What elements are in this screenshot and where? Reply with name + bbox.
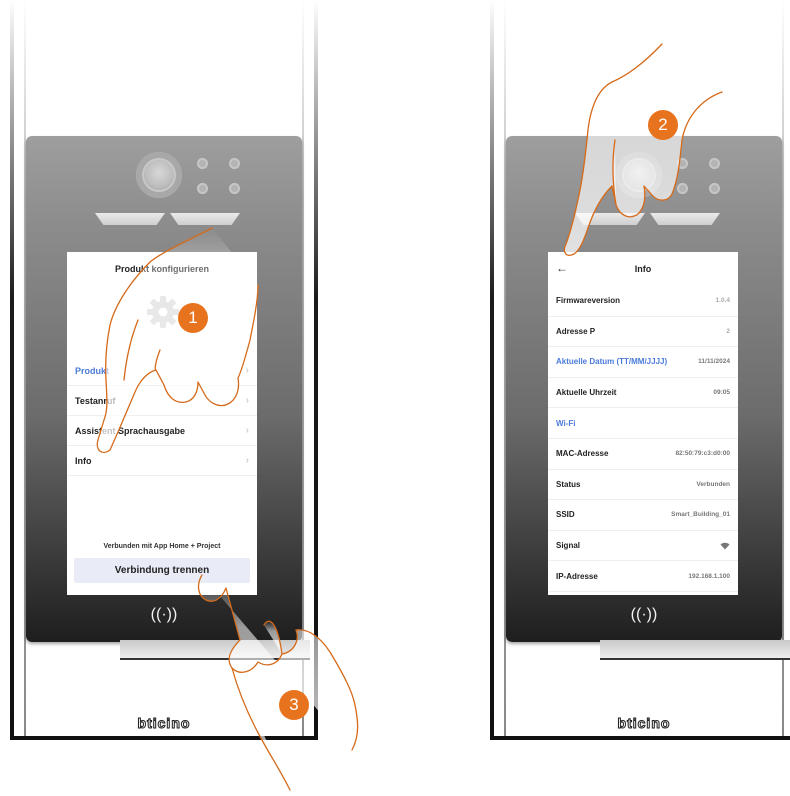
device-lower-plate xyxy=(120,640,310,660)
menu-item-label: Testanruf xyxy=(75,395,116,406)
info-value: Smart_Building_01 xyxy=(671,511,730,519)
chevron-right-icon: › xyxy=(245,395,249,406)
panel-base xyxy=(10,736,318,740)
info-row-ip: IP-Adresse 192.168.1.100 xyxy=(548,561,738,592)
menu-item-product[interactable]: Produkt › xyxy=(67,356,257,386)
panel-rail xyxy=(490,0,494,740)
info-screen: ← Info Firmwareversion 1.0.4 Adresse P 2… xyxy=(548,252,738,595)
info-label: Status xyxy=(556,479,581,489)
settings-menu: Produkt › Testanruf › Assistent Sprachau… xyxy=(67,356,257,476)
device-lower-plate xyxy=(600,640,790,660)
menu-item-voice-assistant[interactable]: Assistent Sprachausgabe › xyxy=(67,416,257,446)
configure-product-screen: Produkt konfigurieren Produkt › Testanru… xyxy=(67,252,257,595)
led-bar xyxy=(170,213,240,225)
info-label: IP-Adresse xyxy=(556,571,598,581)
nfc-icon: ((·)) xyxy=(630,606,658,623)
chevron-right-icon: › xyxy=(245,425,249,436)
menu-item-label: Produkt xyxy=(75,365,110,376)
sensor-dot-icon xyxy=(197,183,208,194)
section-heading: Wi-Fi xyxy=(556,418,576,428)
info-row-time: Aktuelle Uhrzeit 09:05 xyxy=(548,378,738,409)
menu-item-label: Assistent Sprachausgabe xyxy=(75,425,186,436)
menu-item-test-call[interactable]: Testanruf › xyxy=(67,386,257,416)
sensor-dot-icon xyxy=(677,183,688,194)
step-badge-2: 2 xyxy=(648,110,678,140)
nfc-icon: ((·)) xyxy=(150,606,178,623)
brand-logo: bticino xyxy=(137,715,191,732)
connection-status-text: Verbunden mit App Home + Project xyxy=(103,543,221,550)
step-badge-3: 3 xyxy=(279,690,309,720)
step-badge-1: 1 xyxy=(178,303,208,333)
info-value: Verbunden xyxy=(696,480,730,488)
info-list: Firmwareversion 1.0.4 Adresse P 2 Aktuel… xyxy=(548,286,738,592)
info-value: 2 xyxy=(726,327,730,335)
sensor-dot-icon xyxy=(229,183,240,194)
info-row-firmware: Firmwareversion 1.0.4 xyxy=(548,286,738,317)
panel-base xyxy=(490,736,790,740)
disconnect-button[interactable]: Verbindung trennen xyxy=(74,558,250,583)
sensor-dot-icon xyxy=(709,183,720,194)
panel-inner-rail xyxy=(782,0,784,740)
info-label: Firmwareversion xyxy=(556,296,621,306)
page-title: Produkt konfigurieren xyxy=(114,264,209,274)
info-label: Adresse P xyxy=(556,326,596,336)
sensor-dot-icon xyxy=(197,158,208,169)
panel-inner-rail xyxy=(302,0,304,740)
info-row-signal: Signal xyxy=(548,531,738,562)
brand-logo: bticino xyxy=(617,715,671,732)
led-bar xyxy=(95,213,165,225)
info-value: 82:50:79:c3:d0:00 xyxy=(675,450,730,458)
sensor-dot-icon xyxy=(677,158,688,169)
info-label: Aktuelle Datum (TT/MM/JJJJ) xyxy=(556,357,668,367)
menu-item-label: Info xyxy=(75,455,92,466)
info-value: 09:05 xyxy=(713,389,730,397)
gear-icon xyxy=(147,296,179,328)
led-bar xyxy=(575,213,645,225)
info-label: Signal xyxy=(556,541,581,551)
info-row-date[interactable]: Aktuelle Datum (TT/MM/JJJJ) 11/11/2024 xyxy=(548,347,738,378)
info-label: MAC-Adresse xyxy=(556,449,609,459)
info-label: SSID xyxy=(556,510,575,520)
sensor-dot-icon xyxy=(229,158,240,169)
camera-lens-icon xyxy=(616,152,662,198)
camera-lens-icon xyxy=(136,152,182,198)
wifi-signal-icon xyxy=(720,542,730,550)
info-row-status: Status Verbunden xyxy=(548,470,738,501)
chevron-right-icon: › xyxy=(245,365,249,376)
info-row-ssid: SSID Smart_Building_01 xyxy=(548,500,738,531)
panel-rail xyxy=(314,0,318,740)
info-value: 11/11/2024 xyxy=(698,358,730,366)
page-title: Info xyxy=(634,264,652,274)
sensor-dot-icon xyxy=(709,158,720,169)
info-value: 1.0.4 xyxy=(715,297,730,305)
info-section-wifi: Wi-Fi xyxy=(548,408,738,439)
chevron-right-icon: › xyxy=(245,455,249,466)
panel-rail xyxy=(10,0,14,740)
led-bar xyxy=(650,213,720,225)
info-row-address: Adresse P 2 xyxy=(548,317,738,348)
menu-item-info[interactable]: Info › xyxy=(67,446,257,476)
info-label: Aktuelle Uhrzeit xyxy=(556,388,617,398)
info-value: 192.168.1.100 xyxy=(688,572,730,580)
info-row-mac: MAC-Adresse 82:50:79:c3:d0:00 xyxy=(548,439,738,470)
